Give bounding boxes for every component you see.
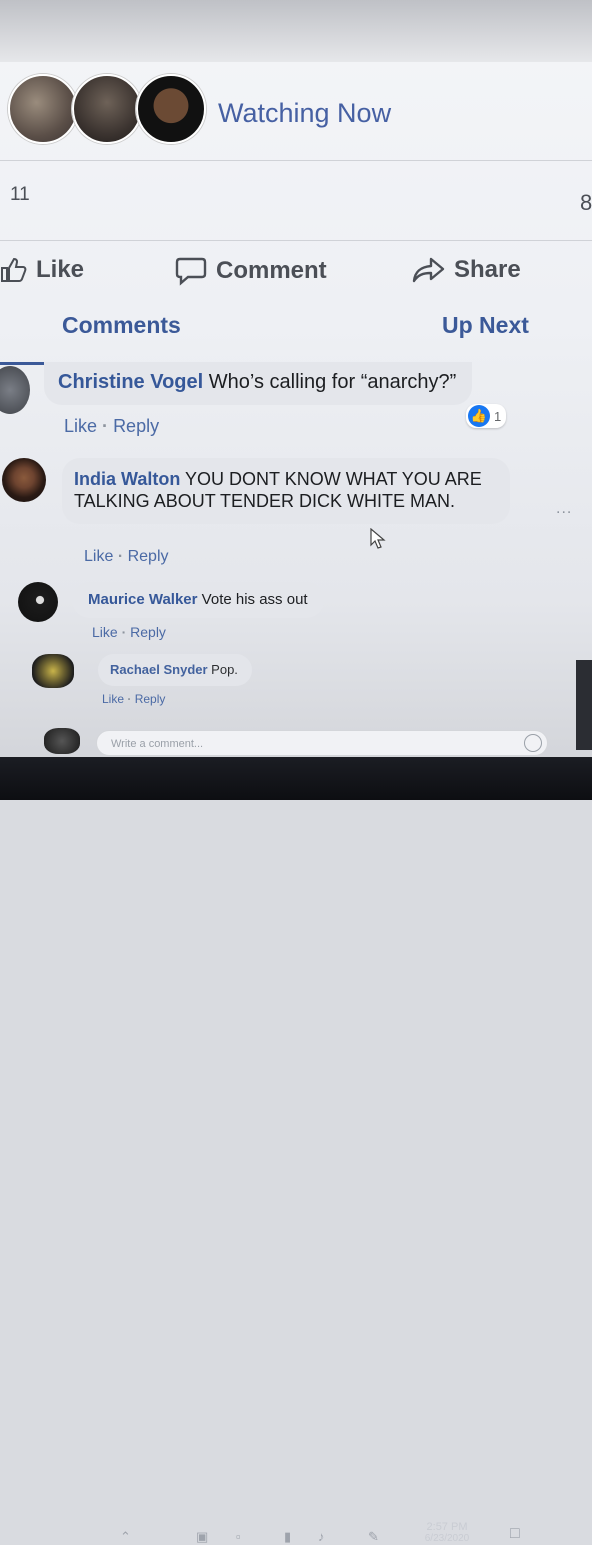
separator: · bbox=[121, 624, 127, 640]
comment-author[interactable]: Christine Vogel bbox=[58, 371, 203, 393]
comment-reply-link[interactable]: Reply bbox=[130, 624, 166, 640]
avatar[interactable] bbox=[32, 654, 74, 688]
divider bbox=[0, 160, 592, 161]
tab-up-next[interactable]: Up Next bbox=[442, 312, 529, 339]
comment-bubble: Rachael Snyder Pop. bbox=[98, 654, 252, 686]
watching-now-label[interactable]: Watching Now bbox=[218, 98, 391, 129]
avatar[interactable] bbox=[0, 366, 30, 414]
windows-taskbar: ⌃ ▣ ▫ ▮ ♪ ✎ 2:57 PM 6/23/2020 □ bbox=[0, 757, 592, 1544]
notification-icon[interactable]: □ bbox=[510, 1525, 520, 1543]
comment-bubble: Christine Vogel Who’s calling for “anarc… bbox=[44, 362, 473, 405]
comment-actions: Like · Reply bbox=[92, 624, 166, 640]
screen: Watching Now 11 8 Like Comment Share Com… bbox=[0, 0, 592, 800]
right-edge-panel bbox=[576, 660, 592, 750]
separator: · bbox=[102, 416, 109, 436]
viewer-avatar[interactable] bbox=[136, 74, 206, 144]
comment-like-link[interactable]: Like bbox=[102, 692, 124, 706]
comment-actions: Like · Reply bbox=[64, 416, 159, 437]
comment-reply-link[interactable]: Reply bbox=[128, 548, 169, 565]
avatar[interactable] bbox=[18, 582, 58, 622]
comment-author[interactable]: Maurice Walker bbox=[88, 591, 198, 608]
mouse-cursor-icon bbox=[370, 527, 388, 555]
comment-like-link[interactable]: Like bbox=[64, 416, 97, 436]
volume-icon[interactable]: ♪ bbox=[318, 1529, 325, 1544]
tab-comments[interactable]: Comments bbox=[62, 312, 181, 339]
comment-like-link[interactable]: Like bbox=[84, 548, 113, 565]
comment-actions: Like · Reply bbox=[84, 548, 169, 566]
comment-item: Rachael Snyder Pop. bbox=[32, 654, 252, 688]
pen-icon[interactable]: ✎ bbox=[368, 1529, 379, 1545]
viewer-avatars bbox=[8, 74, 206, 144]
comment-count[interactable]: 8 bbox=[580, 190, 592, 216]
comment-reply-link[interactable]: Reply bbox=[113, 416, 159, 436]
comment-bubble: Maurice Walker Vote his ass out bbox=[72, 582, 324, 618]
comment-item: Christine Vogel Who’s calling for “anarc… bbox=[0, 362, 473, 414]
chevron-up-icon[interactable]: ⌃ bbox=[120, 1529, 131, 1545]
top-bezel bbox=[0, 0, 592, 62]
comment-item: India Walton YOU DONT KNOW WHAT YOU ARE … bbox=[2, 458, 510, 524]
comment-button[interactable]: Comment bbox=[174, 256, 327, 286]
battery-icon[interactable]: ▮ bbox=[284, 1529, 291, 1545]
reaction-count: 1 bbox=[494, 408, 502, 424]
comment-item: Maurice Walker Vote his ass out bbox=[18, 582, 324, 622]
network-icon[interactable]: ▫ bbox=[236, 1529, 241, 1544]
comment-label: Comment bbox=[216, 257, 327, 284]
reaction-count[interactable]: 11 bbox=[10, 184, 30, 206]
comment-author[interactable]: Rachael Snyder bbox=[110, 662, 208, 677]
share-arrow-icon bbox=[412, 257, 445, 283]
share-button[interactable]: Share bbox=[412, 256, 521, 284]
comment-text: Who’s calling for “anarchy?” bbox=[208, 371, 457, 393]
comment-reply-link[interactable]: Reply bbox=[135, 692, 166, 706]
viewer-avatar[interactable] bbox=[8, 74, 78, 144]
display-icon[interactable]: ▣ bbox=[196, 1529, 208, 1545]
reaction-badge[interactable]: 👍 1 bbox=[466, 404, 507, 428]
more-options-icon[interactable]: ... bbox=[556, 500, 572, 518]
clock-time: 2:57 PM bbox=[426, 1521, 468, 1533]
avatar[interactable] bbox=[2, 458, 46, 502]
clock-date: 6/23/2020 bbox=[424, 1533, 470, 1544]
emoji-icon[interactable] bbox=[524, 734, 542, 752]
comment-author[interactable]: India Walton bbox=[74, 469, 180, 489]
separator: · bbox=[127, 692, 132, 706]
comment-like-link[interactable]: Like bbox=[92, 624, 118, 640]
comment-input[interactable]: Write a comment... bbox=[96, 730, 548, 756]
comment-actions: Like · Reply bbox=[102, 692, 165, 706]
comment-text: Pop. bbox=[211, 662, 238, 677]
thumbs-up-icon bbox=[1, 257, 27, 282]
divider bbox=[0, 240, 592, 241]
taskbar-clock[interactable]: 2:57 PM 6/23/2020 bbox=[412, 1521, 482, 1544]
like-label: Like bbox=[36, 256, 85, 283]
share-label: Share bbox=[454, 256, 521, 283]
separator: · bbox=[117, 548, 124, 565]
comment-bubble: India Walton YOU DONT KNOW WHAT YOU ARE … bbox=[62, 458, 510, 524]
composer-avatar bbox=[44, 728, 80, 754]
like-button[interactable]: Like bbox=[0, 256, 84, 284]
thumbs-up-icon: 👍 bbox=[468, 405, 490, 427]
comment-text: Vote his ass out bbox=[201, 591, 308, 608]
speech-bubble-icon bbox=[175, 257, 207, 286]
viewer-avatar[interactable] bbox=[72, 74, 142, 144]
